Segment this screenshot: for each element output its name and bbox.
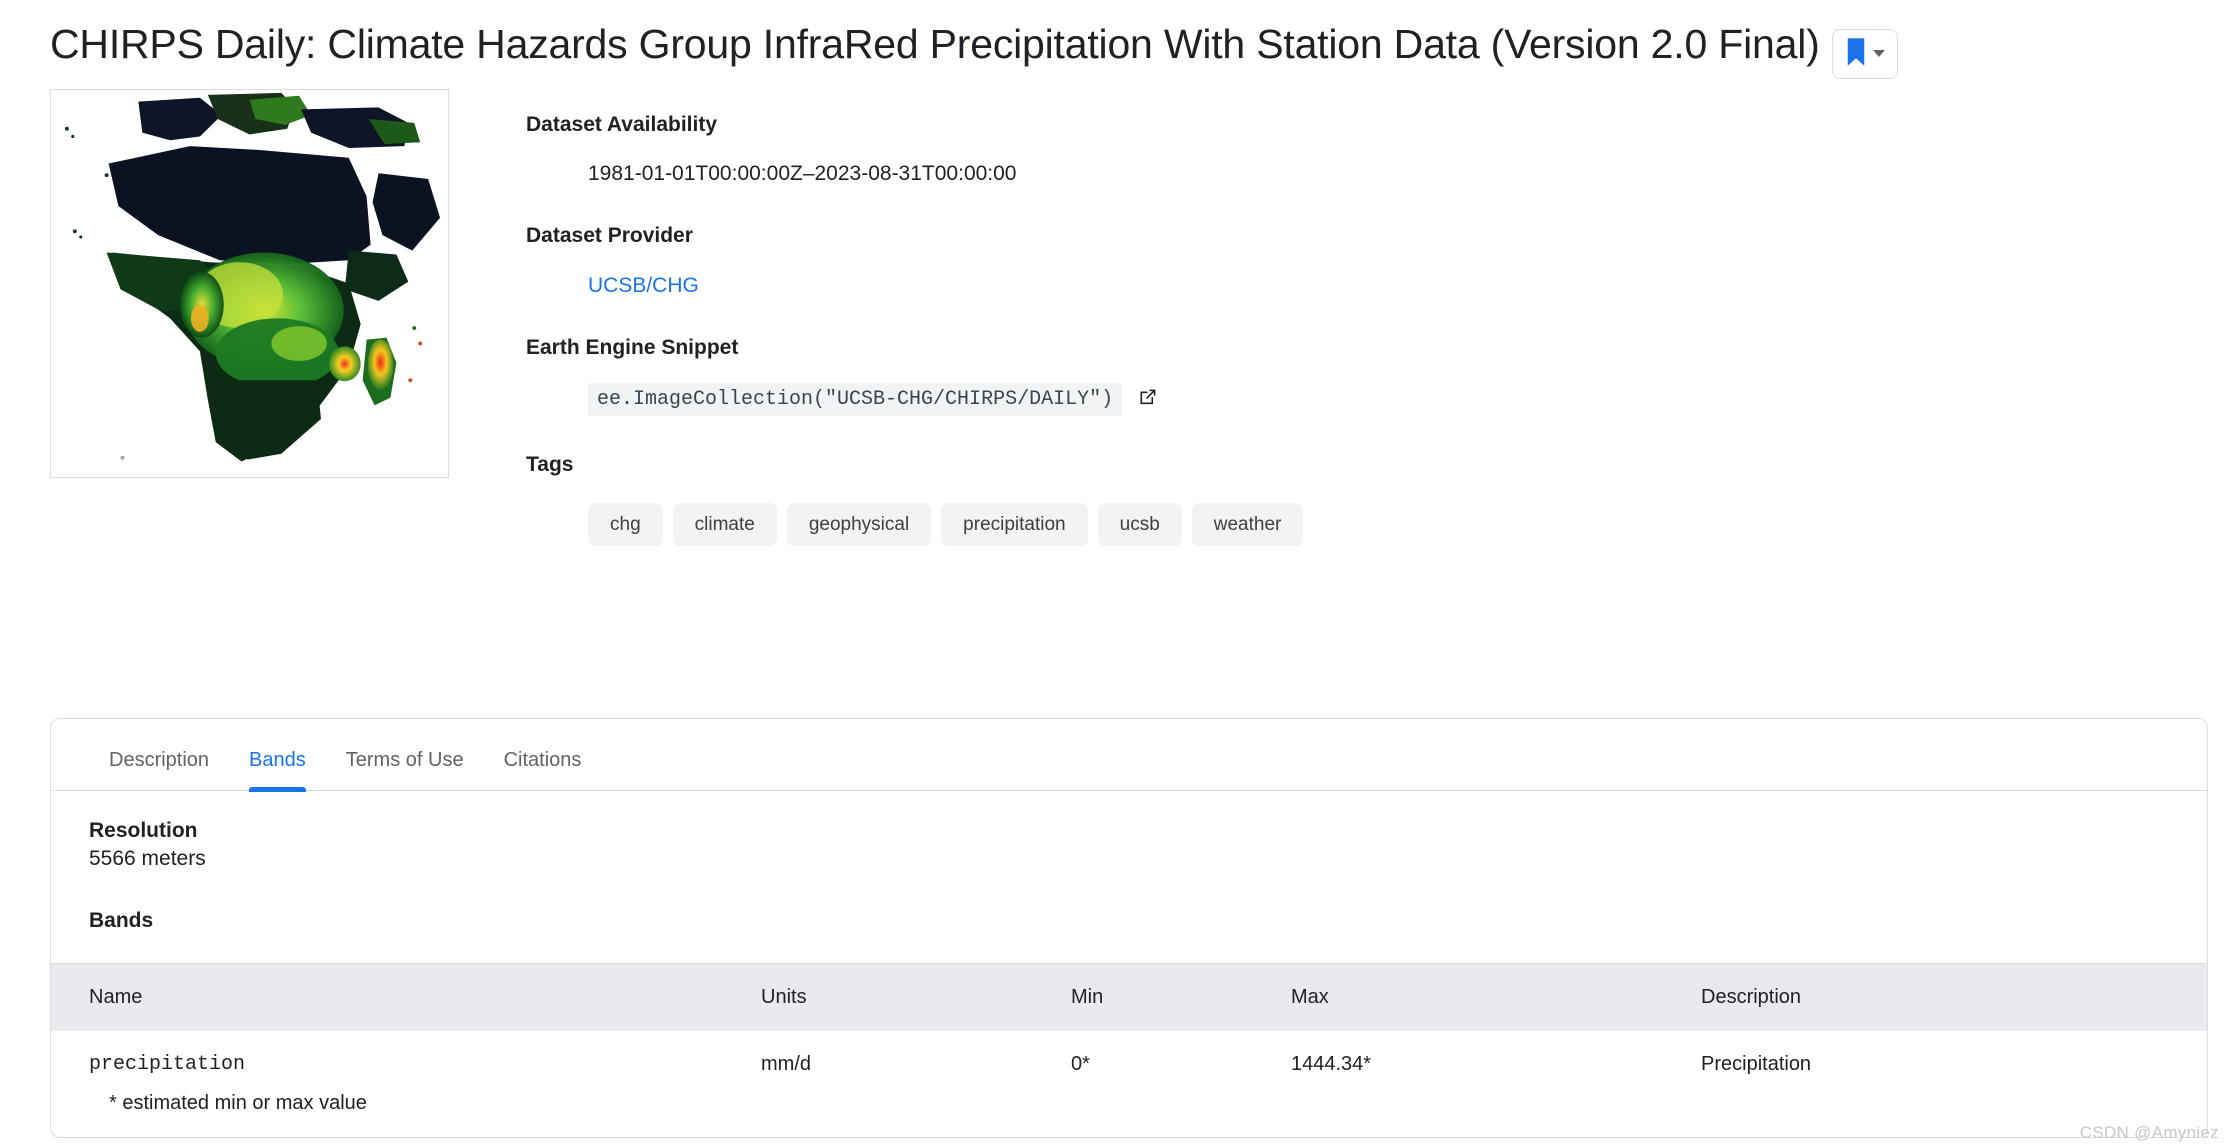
cell-band-units: mm/d: [761, 1053, 811, 1075]
tag-chip[interactable]: ucsb: [1097, 502, 1182, 546]
bands-table-header: Name Units Min Max Description: [51, 963, 2207, 1031]
tag-chip[interactable]: geophysical: [786, 502, 932, 546]
bands-footnote: * estimated min or max value: [109, 1092, 367, 1114]
dataset-metadata: Dataset Availability 1981-01-01T00:00:00…: [449, 89, 2183, 581]
cell-band-min: 0*: [1071, 1053, 1090, 1075]
availability-value: 1981-01-01T00:00:00Z–2023-08-31T00:00:00: [588, 162, 1017, 186]
snippet-block: Earth Engine Snippet ee.ImageCollection(…: [526, 334, 2183, 417]
column-header-max[interactable]: Max: [1291, 963, 1701, 1031]
bands-panel-top: Resolution 5566 meters Bands: [51, 819, 2207, 933]
tab-description[interactable]: Description: [89, 750, 229, 790]
column-header-units[interactable]: Units: [761, 963, 1071, 1031]
tab-bands[interactable]: Bands: [229, 750, 326, 792]
details-card: Description Bands Terms of Use Citations…: [50, 718, 2208, 1138]
tag-chip[interactable]: climate: [672, 502, 777, 546]
bookmark-button[interactable]: [1831, 28, 1898, 79]
tags-label: Tags: [526, 453, 574, 477]
snippet-row: ee.ImageCollection("UCSB-CHG/CHIRPS/DAIL…: [588, 383, 2183, 417]
dataset-catalog-page: CHIRPS Daily: Climate Hazards Group Infr…: [0, 0, 2233, 1147]
column-header-description[interactable]: Description: [1701, 963, 2207, 1031]
provider-label: Dataset Provider: [526, 224, 693, 248]
availability-block: Dataset Availability 1981-01-01T00:00:00…: [526, 111, 2183, 188]
earth-engine-snippet-code[interactable]: ee.ImageCollection("UCSB-CHG/CHIRPS/DAIL…: [588, 383, 1123, 417]
tag-chip[interactable]: precipitation: [941, 502, 1088, 546]
tab-bar: Description Bands Terms of Use Citations: [51, 719, 2207, 792]
provider-value: UCSB/CHG: [588, 272, 2183, 299]
cell-band-description: Precipitation: [1701, 1053, 1812, 1075]
cell-band-max: 1444.34*: [1291, 1053, 1372, 1075]
bands-table-body: precipitation mm/d 0* 1444.34* Precipita…: [51, 1031, 2207, 1082]
provider-link[interactable]: UCSB/CHG: [588, 274, 699, 297]
title-block: CHIRPS Daily: Climate Hazards Group Infr…: [0, 0, 2233, 79]
dataset-info-area: Dataset Availability 1981-01-01T00:00:00…: [0, 88, 2233, 581]
snippet-label: Earth Engine Snippet: [526, 335, 739, 359]
bands-panel: Resolution 5566 meters Bands Name Units …: [51, 791, 2207, 1137]
tab-terms-of-use[interactable]: Terms of Use: [326, 750, 484, 790]
bookmark-icon: [1845, 37, 1867, 70]
table-header-row: Name Units Min Max Description: [51, 963, 2207, 1031]
watermark: CSDN @Amyniez: [2079, 1123, 2219, 1142]
page-title: CHIRPS Daily: Climate Hazards Group Infr…: [50, 21, 1820, 67]
external-link-icon[interactable]: [1136, 385, 1160, 414]
column-header-min[interactable]: Min: [1071, 963, 1291, 1031]
tags-block: Tags chg climate geophysical precipitati…: [526, 451, 2183, 546]
cell-band-name: precipitation: [89, 1053, 246, 1076]
column-header-name[interactable]: Name: [51, 963, 761, 1031]
table-row: precipitation mm/d 0* 1444.34* Precipita…: [51, 1031, 2207, 1082]
provider-block: Dataset Provider UCSB/CHG: [526, 222, 2183, 299]
bands-heading: Bands: [89, 909, 154, 932]
resolution-label: Resolution: [89, 819, 198, 842]
bands-table: Name Units Min Max Description precipita…: [51, 963, 2207, 1082]
thumbnail-map-image: [51, 89, 448, 477]
resolution-value: 5566 meters: [89, 847, 206, 870]
tag-chip[interactable]: weather: [1191, 502, 1304, 546]
tag-chip[interactable]: chg: [588, 502, 663, 546]
tags-row: chg climate geophysical precipitation uc…: [588, 502, 2183, 546]
availability-label: Dataset Availability: [526, 112, 718, 136]
chevron-down-icon: [1872, 50, 1885, 58]
tab-citations[interactable]: Citations: [484, 750, 602, 790]
dataset-thumbnail: [50, 88, 449, 478]
